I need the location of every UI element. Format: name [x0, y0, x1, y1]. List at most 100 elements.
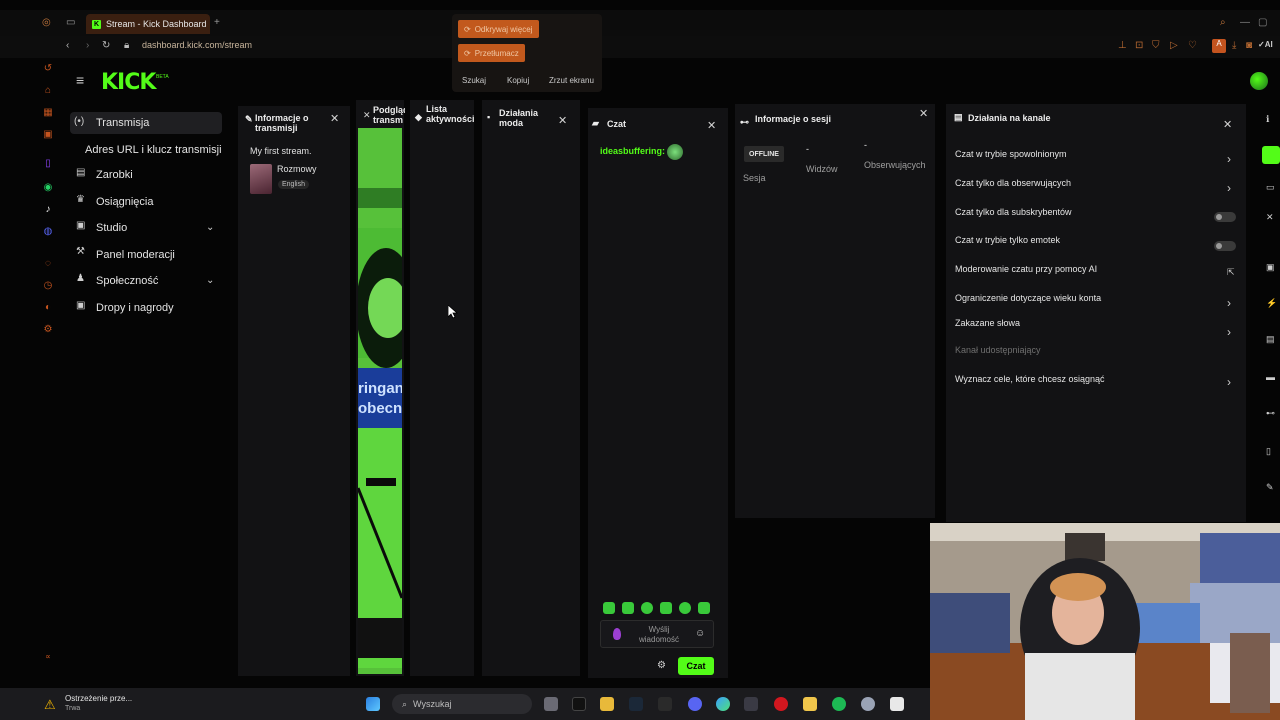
info-icon[interactable]: ℹ: [1266, 114, 1278, 126]
emote-only-toggle[interactable]: [1214, 241, 1236, 251]
reload-icon[interactable]: ↻: [102, 40, 110, 51]
windows-start-icon[interactable]: [366, 697, 380, 711]
new-tab-button[interactable]: +: [214, 17, 220, 28]
sidebar-item-spolecznosc[interactable]: Społeczność: [96, 275, 158, 287]
store-icon[interactable]: [744, 697, 758, 711]
chevron-right-icon[interactable]: ›: [1227, 181, 1231, 195]
translate-button[interactable]: ⟳ Przetłumacz: [458, 44, 525, 62]
layout-icon[interactable]: ▭: [1266, 182, 1278, 194]
chat-username[interactable]: ideasbuffering:: [600, 146, 665, 156]
subscribers-only-setting[interactable]: Czat tylko dla subskrybentów: [955, 207, 1072, 217]
sidebar-item-transmisja[interactable]: Transmisja: [96, 117, 149, 129]
steam-client-icon[interactable]: [861, 697, 875, 711]
emote-icon[interactable]: [603, 602, 615, 614]
tab-overview-icon[interactable]: ▭: [66, 17, 75, 28]
external-link-icon[interactable]: ⇱: [1227, 267, 1235, 278]
chevron-right-icon[interactable]: ›: [1227, 152, 1231, 166]
popup-search-link[interactable]: Szukaj: [462, 76, 486, 85]
stream-preview-image[interactable]: ringan obecn: [358, 128, 402, 674]
emote-icon[interactable]: [641, 602, 653, 614]
sidebar-item-studio[interactable]: Studio: [96, 222, 127, 234]
opera-gx-icon[interactable]: [774, 697, 788, 711]
sidebar-item-zarobki[interactable]: Zarobki: [96, 169, 133, 181]
search-icon[interactable]: ⌕: [1220, 17, 1226, 28]
document-icon[interactable]: ▤: [1266, 334, 1278, 346]
twitch-icon[interactable]: ▯: [42, 158, 54, 170]
heart-icon[interactable]: ♡: [1188, 40, 1197, 51]
ai-moderation-setting[interactable]: Moderowanie czatu przy pomocy AI: [955, 264, 1097, 274]
chat-icon[interactable]: ▬: [1266, 372, 1278, 384]
notes-icon[interactable]: [803, 697, 817, 711]
subscribers-only-toggle[interactable]: [1214, 212, 1236, 222]
bolt-icon[interactable]: ⚡: [1266, 298, 1278, 310]
kick-emote-icon[interactable]: [613, 628, 621, 640]
sidebar-item-dropy[interactable]: Dropy i nagrody: [96, 302, 174, 314]
maximize-icon[interactable]: ▢: [1258, 17, 1267, 28]
emote-only-setting[interactable]: Czat w trybie tylko emotek: [955, 235, 1060, 245]
close-icon[interactable]: ✕: [1266, 212, 1278, 224]
play-icon[interactable]: ▷: [1170, 40, 1178, 51]
goals-setting[interactable]: Wyznacz cele, które chcesz osiągnąć: [955, 374, 1104, 384]
app-icon[interactable]: [658, 697, 672, 711]
video-icon[interactable]: ⊷: [1266, 408, 1278, 420]
more-icon[interactable]: ∝: [42, 652, 54, 664]
confirm-button[interactable]: [1262, 146, 1280, 164]
user-avatar[interactable]: [1250, 72, 1268, 90]
opera-logo-icon[interactable]: ◎: [42, 17, 51, 28]
sidebar-item-panel-moderacji[interactable]: Panel moderacji: [96, 249, 175, 261]
emoji-picker-icon[interactable]: ☺: [695, 628, 705, 639]
emote-icon[interactable]: [622, 602, 634, 614]
discover-more-button[interactable]: ⟳ Odkrywaj więcej: [458, 20, 539, 38]
chevron-right-icon[interactable]: ›: [1227, 296, 1231, 310]
popup-screenshot-link[interactable]: Zrzut ekranu: [549, 76, 594, 85]
taskbar-search[interactable]: ⌕ Wyszukaj: [392, 694, 532, 714]
discord-taskbar-icon[interactable]: [688, 697, 702, 711]
back-icon[interactable]: ‹: [66, 40, 69, 51]
task-view-icon[interactable]: [544, 697, 558, 711]
slow-mode-setting[interactable]: Czat w trybie spowolnionym: [955, 149, 1067, 159]
music-icon[interactable]: ◌: [42, 258, 54, 270]
chat-message-input[interactable]: Wyślij wiadomość ☺: [600, 620, 714, 648]
close-icon[interactable]: ✕: [1223, 118, 1232, 131]
url-field[interactable]: dashboard.kick.com/stream: [142, 40, 252, 50]
browser-tab-kick[interactable]: K Stream - Kick Dashboard: [86, 14, 210, 34]
discord-icon[interactable]: ◍: [42, 226, 54, 238]
account-age-setting[interactable]: Ograniczenie dotyczące wieku konta: [955, 293, 1101, 303]
emote-icon[interactable]: [679, 602, 691, 614]
emote-icon[interactable]: [698, 602, 710, 614]
capcut-icon[interactable]: [890, 697, 904, 711]
menu-icon[interactable]: ≡: [76, 72, 84, 88]
snapshot-icon[interactable]: ⊡: [1135, 40, 1143, 51]
capture-icon[interactable]: ▣: [1266, 262, 1278, 274]
sidebar-item-stream-url[interactable]: Adres URL i klucz transmisji: [85, 144, 222, 156]
settings-icon[interactable]: ⚙: [42, 324, 54, 336]
close-icon[interactable]: ✕: [919, 107, 928, 120]
pin-icon[interactable]: ⊥: [1118, 40, 1127, 51]
bag-icon[interactable]: ⌂: [42, 85, 54, 97]
chevron-right-icon[interactable]: ›: [1227, 375, 1231, 389]
bookmark-icon[interactable]: ◐: [42, 302, 54, 314]
chat-settings-icon[interactable]: ⚙: [657, 660, 666, 671]
profile-icon[interactable]: A: [1212, 39, 1226, 53]
download-icon[interactable]: ⤓: [1232, 40, 1236, 51]
gaming-icon[interactable]: ▦: [42, 107, 54, 119]
close-icon[interactable]: ✕: [330, 112, 339, 125]
trash-icon[interactable]: ▯: [1266, 446, 1278, 458]
chevron-right-icon[interactable]: ›: [1227, 325, 1231, 339]
camera-icon[interactable]: ◙: [1246, 40, 1252, 51]
banned-words-setting[interactable]: Zakazane słowa: [955, 318, 1020, 328]
followers-only-setting[interactable]: Czat tylko dla obserwujących: [955, 178, 1071, 188]
shield-icon[interactable]: ⛉: [1152, 40, 1160, 51]
tiktok-taskbar-icon[interactable]: [572, 697, 586, 711]
tools-icon[interactable]: ✎: [1266, 482, 1278, 494]
sidebar-item-osiagniecia[interactable]: Osiągnięcia: [96, 196, 153, 208]
close-icon[interactable]: ✕: [363, 110, 371, 121]
notification-title[interactable]: Ostrzeżenie prze...: [65, 694, 132, 703]
popup-copy-link[interactable]: Kopiuj: [507, 76, 529, 85]
edge-icon[interactable]: [716, 697, 730, 711]
chat-send-button[interactable]: Czat: [678, 657, 714, 675]
ai-icon[interactable]: ✓AI: [1258, 40, 1273, 49]
steam-icon[interactable]: [629, 697, 643, 711]
kick-logo[interactable]: KICK: [101, 70, 156, 95]
close-icon[interactable]: ✕: [707, 119, 716, 132]
